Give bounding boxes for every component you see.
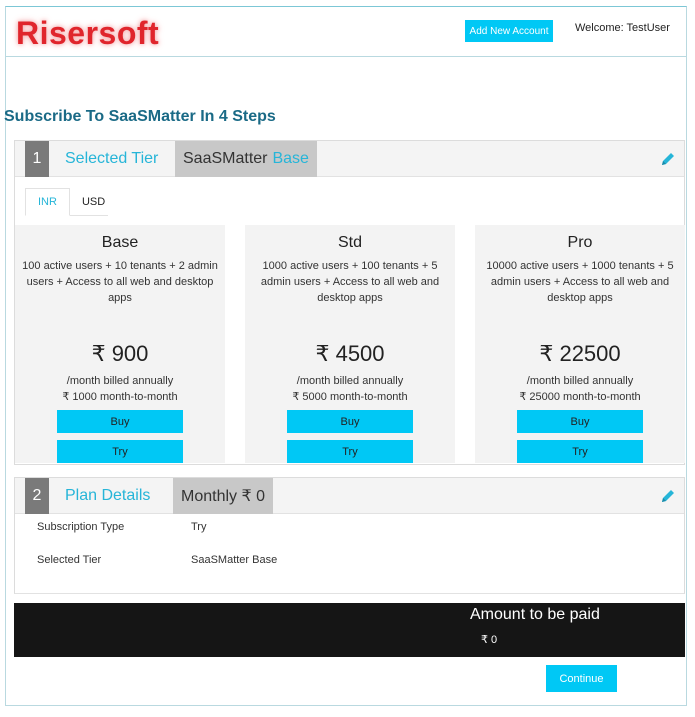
plan-billed-monthly: ₹ 25000 month-to-month (519, 391, 641, 403)
plan-price: ₹ 900 (91, 341, 149, 366)
amount-summary: Amount to be paid ₹ 0 (14, 603, 685, 657)
plan-billed-monthly: ₹ 5000 month-to-month (292, 391, 408, 403)
try-button[interactable]: Try (57, 440, 183, 463)
currency-tabs: INR USD (25, 188, 108, 216)
top-navbar: Risersoft Add New Account Welcome: TestU… (6, 7, 686, 57)
pencil-icon[interactable] (660, 151, 676, 167)
tab-inr[interactable]: INR (25, 188, 70, 216)
welcome-text: Welcome: TestUser (575, 22, 670, 34)
plan-description: 10000 active users + 1000 tenants + 5 ad… (486, 260, 674, 304)
amount-value: ₹ 0 (481, 634, 498, 646)
try-button[interactable]: Try (287, 440, 413, 463)
tier-product-name: SaaSMatter (183, 150, 268, 167)
plan-amount-tag: Monthly ₹ 0 (173, 478, 273, 514)
step-number: 1 (25, 141, 49, 177)
step-plan-details: 2 Plan Details Monthly ₹ 0 Subscription … (14, 477, 685, 594)
plan-billed-annually: /month billed annually (526, 375, 634, 387)
tier-plan-name: Base (272, 150, 309, 167)
plan-card-base: Base 100 active users + 10 tenants + 2 a… (15, 225, 225, 463)
step-title: Plan Details (65, 487, 151, 504)
plan-card-pro: Pro 10000 active users + 1000 tenants + … (475, 225, 685, 463)
plan-description: 100 active users + 10 tenants + 2 admin … (22, 260, 218, 304)
plan-price: ₹ 22500 (539, 341, 621, 366)
amount-title: Amount to be paid (470, 606, 600, 623)
plan-description: 1000 active users + 100 tenants + 5 admi… (260, 260, 440, 304)
buy-button[interactable]: Buy (287, 410, 413, 433)
continue-button[interactable]: Continue (546, 665, 617, 692)
step-header: 2 Plan Details Monthly ₹ 0 (15, 478, 684, 514)
step-selected-tier: 1 Selected Tier SaaSMatter Base INR USD … (14, 140, 685, 465)
selected-tier-label: Selected Tier (37, 554, 102, 566)
subscription-type-label: Subscription Type (37, 521, 125, 533)
selected-tier-value: SaaSMatter Base (191, 554, 278, 566)
subscription-type-value: Try (191, 521, 207, 533)
step-number: 2 (25, 478, 49, 514)
plan-name: Pro (567, 234, 593, 251)
plan-name: Std (337, 234, 362, 251)
tab-usd[interactable]: USD (70, 188, 117, 216)
page-title: Subscribe To SaaSMatter In 4 Steps (4, 108, 276, 125)
plan-name: Base (101, 234, 139, 251)
step-title: Selected Tier (65, 150, 159, 167)
buy-button[interactable]: Buy (57, 410, 183, 433)
add-new-account-button[interactable]: Add New Account (465, 20, 553, 42)
buy-button[interactable]: Buy (517, 410, 643, 433)
risersoft-logo[interactable]: Risersoft (16, 15, 159, 52)
app-frame: Risersoft Add New Account Welcome: TestU… (4, 6, 687, 706)
selected-tier-tag: SaaSMatter Base (175, 141, 317, 177)
plan-billed-annually: /month billed annually (296, 375, 404, 387)
step-header: 1 Selected Tier SaaSMatter Base (15, 141, 684, 177)
plan-price: ₹ 4500 (315, 341, 385, 366)
plan-billed-monthly: ₹ 1000 month-to-month (62, 391, 178, 403)
plan-card-std: Std 1000 active users + 100 tenants + 5 … (245, 225, 455, 463)
plan-billed-annually: /month billed annually (66, 375, 174, 387)
pencil-icon[interactable] (660, 488, 676, 504)
try-button[interactable]: Try (517, 440, 643, 463)
plan-cards: Base 100 active users + 10 tenants + 2 a… (15, 225, 685, 463)
